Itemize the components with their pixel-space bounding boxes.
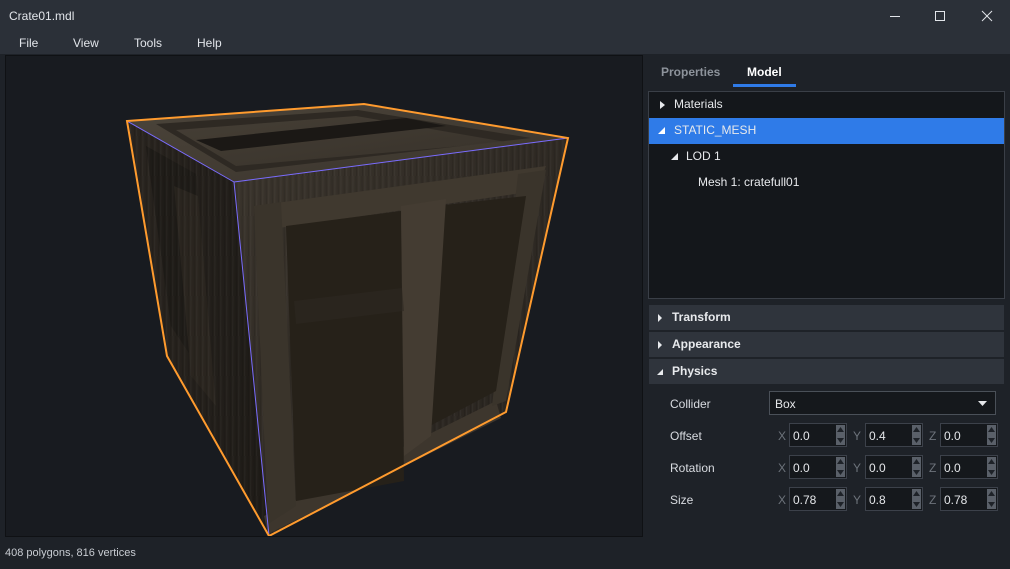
caret-right-icon	[658, 314, 662, 322]
offset-z-value: 0.0	[944, 429, 961, 443]
rotation-x-value: 0.0	[793, 461, 810, 475]
offset-label: Offset	[670, 429, 702, 443]
rotation-x-field[interactable]: 0.0	[789, 455, 847, 479]
rotation-label: Rotation	[670, 461, 715, 475]
spinner-icon[interactable]	[912, 457, 921, 477]
axis-z-label: Z	[929, 461, 937, 475]
tree-item-static-mesh[interactable]: STATIC_MESH	[649, 118, 1004, 144]
section-transform[interactable]: Transform	[649, 305, 1004, 330]
size-y-value: 0.8	[869, 493, 886, 507]
tree-item-lod1[interactable]: LOD 1	[649, 144, 1004, 170]
spinner-icon[interactable]	[987, 457, 996, 477]
size-label: Size	[670, 493, 694, 507]
collider-select[interactable]: Box	[769, 391, 996, 415]
tree-item-label: Materials	[674, 97, 723, 111]
tree-item-label: STATIC_MESH	[674, 123, 757, 137]
menu-tools[interactable]: Tools	[134, 36, 162, 50]
status-bar: 408 polygons, 816 vertices	[0, 543, 645, 565]
spinner-icon[interactable]	[987, 425, 996, 445]
collider-value: Box	[775, 397, 796, 411]
menu-view[interactable]: View	[73, 36, 99, 50]
window-title: Crate01.mdl	[9, 9, 75, 23]
size-z-value: 0.78	[944, 493, 968, 507]
tree-item-label: Mesh 1: cratefull01	[698, 175, 800, 189]
caret-right-icon	[658, 341, 662, 349]
maximize-icon	[935, 10, 945, 21]
section-physics[interactable]: Physics	[649, 359, 1004, 384]
caret-down-icon[interactable]	[657, 126, 667, 136]
model-tree[interactable]: Materials STATIC_MESH LOD 1 Mesh 1: crat…	[648, 91, 1005, 299]
spinner-icon[interactable]	[912, 489, 921, 509]
spinner-icon[interactable]	[836, 489, 845, 509]
section-label: Appearance	[672, 337, 741, 351]
axis-z-label: Z	[929, 429, 937, 443]
offset-y-value: 0.4	[869, 429, 886, 443]
caret-down-icon	[657, 369, 663, 375]
polygon-count-status: 408 polygons, 816 vertices	[5, 547, 136, 559]
offset-z-field[interactable]: 0.0	[940, 423, 998, 447]
axis-z-label: Z	[929, 493, 937, 507]
caret-right-icon[interactable]	[658, 100, 668, 110]
offset-y-field[interactable]: 0.4	[865, 423, 923, 447]
tree-item-label: LOD 1	[686, 149, 721, 163]
tab-properties[interactable]: Properties	[661, 65, 720, 79]
size-x-value: 0.78	[793, 493, 817, 507]
axis-y-label: Y	[853, 429, 862, 443]
menu-file[interactable]: File	[19, 36, 38, 50]
spinner-icon[interactable]	[987, 489, 996, 509]
section-label: Physics	[672, 364, 718, 378]
tree-item-mesh1[interactable]: Mesh 1: cratefull01	[649, 170, 1004, 196]
menu-bar: File View Tools Help	[0, 31, 1010, 54]
menu-help[interactable]: Help	[197, 36, 222, 50]
tree-item-materials[interactable]: Materials	[649, 92, 1004, 118]
axis-y-label: Y	[853, 493, 862, 507]
section-appearance[interactable]: Appearance	[649, 332, 1004, 357]
spinner-icon[interactable]	[912, 425, 921, 445]
axis-x-label: X	[778, 493, 787, 507]
collider-label: Collider	[670, 397, 711, 411]
spinner-icon[interactable]	[836, 457, 845, 477]
tab-model[interactable]: Model	[747, 65, 782, 79]
close-button[interactable]	[964, 0, 1010, 31]
size-z-field[interactable]: 0.78	[940, 487, 998, 511]
offset-x-value: 0.0	[793, 429, 810, 443]
active-tab-indicator	[733, 84, 796, 87]
rotation-z-value: 0.0	[944, 461, 961, 475]
title-bar: Crate01.mdl	[0, 0, 1010, 31]
axis-x-label: X	[778, 461, 787, 475]
size-y-field[interactable]: 0.8	[865, 487, 923, 511]
rotation-y-value: 0.0	[869, 461, 886, 475]
spinner-icon[interactable]	[836, 425, 845, 445]
chevron-down-icon	[978, 401, 987, 406]
rotation-y-field[interactable]: 0.0	[865, 455, 923, 479]
size-x-field[interactable]: 0.78	[789, 487, 847, 511]
section-label: Transform	[672, 310, 731, 324]
crate-model	[125, 102, 570, 536]
axis-x-label: X	[778, 429, 787, 443]
close-icon	[981, 10, 993, 21]
rotation-z-field[interactable]: 0.0	[940, 455, 998, 479]
minimize-button[interactable]	[872, 0, 918, 31]
offset-x-field[interactable]: 0.0	[789, 423, 847, 447]
minimize-icon	[890, 15, 900, 17]
caret-down-icon[interactable]	[670, 152, 680, 162]
axis-y-label: Y	[853, 461, 862, 475]
3d-viewport[interactable]	[5, 55, 643, 537]
maximize-button[interactable]	[917, 0, 963, 31]
